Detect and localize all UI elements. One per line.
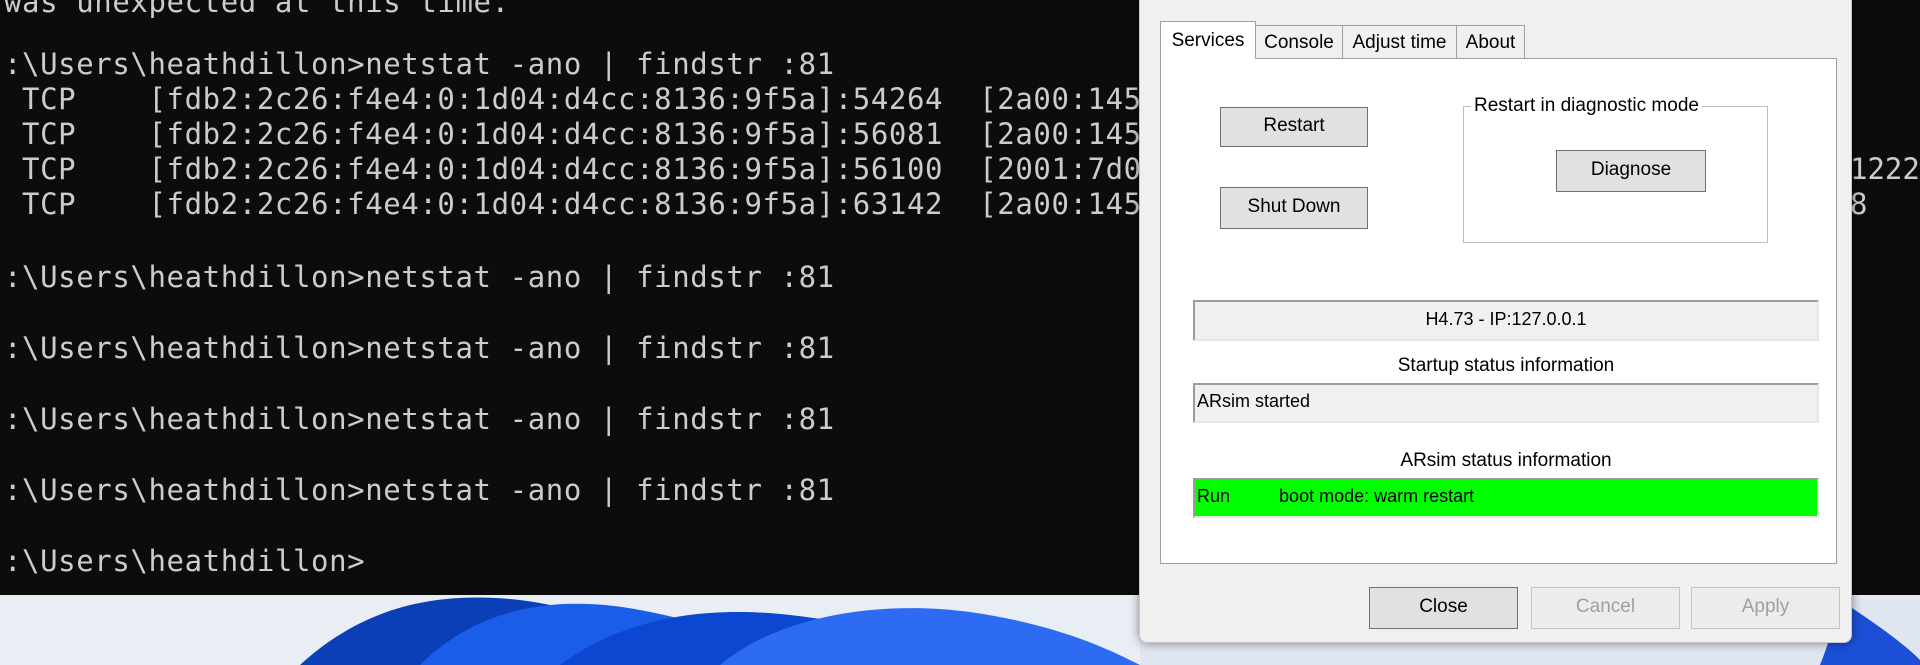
terminal-line: TCP [fdb2:2c26:f4e4:0:1d04:d4cc:8136:9f5… <box>4 82 1140 116</box>
diagnose-button[interactable]: Diagnose <box>1556 150 1706 192</box>
terminal-line: TCP [fdb2:2c26:f4e4:0:1d04:d4cc:8136:9f5… <box>4 152 1140 186</box>
startup-status-field: ARsim started <box>1193 383 1819 423</box>
cancel-button[interactable]: Cancel <box>1531 587 1680 629</box>
arsim-state-text: Run <box>1197 486 1231 506</box>
terminal-line: TCP [fdb2:2c26:f4e4:0:1d04:d4cc:8136:9f5… <box>4 187 1140 221</box>
terminal-line: :\Users\heathdillon>netstat -ano | finds… <box>4 260 835 294</box>
terminal-prompt: :\Users\heathdillon> <box>4 544 366 578</box>
tab-console[interactable]: Console <box>1255 25 1343 58</box>
services-tab-panel: Restart Shut Down Restart in diagnostic … <box>1160 58 1837 564</box>
close-button[interactable]: Close <box>1369 587 1518 629</box>
tab-adjust-time[interactable]: Adjust time <box>1342 25 1457 58</box>
diagnostic-group-label: Restart in diagnostic mode <box>1471 96 1702 116</box>
terminal-line: :\Users\heathdillon>netstat -ano | finds… <box>4 47 835 81</box>
terminal-overflow: 1222 8 <box>1850 0 1920 595</box>
startup-status-label: Startup status information <box>1397 355 1615 376</box>
arsim-status-field: Run boot mode: warm restart <box>1193 478 1819 518</box>
terminal-line: TCP [fdb2:2c26:f4e4:0:1d04:d4cc:8136:9f5… <box>4 117 1140 151</box>
apply-button[interactable]: Apply <box>1691 587 1840 629</box>
tab-services[interactable]: Services <box>1160 21 1256 59</box>
arsim-dialog: Services Console Adjust time About Resta… <box>1139 0 1852 643</box>
terminal-line: :\Users\heathdillon>netstat -ano | finds… <box>4 402 835 436</box>
restart-button[interactable]: Restart <box>1220 107 1368 147</box>
terminal-line: :\Users\heathdillon>netstat -ano | finds… <box>4 331 835 365</box>
tab-about[interactable]: About <box>1456 25 1525 58</box>
terminal-window[interactable]: was unexpected at this time. :\Users\hea… <box>0 0 1140 595</box>
arsim-status-label: ARsim status information <box>1400 450 1612 471</box>
terminal-line: was unexpected at this time. <box>4 0 510 19</box>
shutdown-button[interactable]: Shut Down <box>1220 187 1368 229</box>
terminal-line-fragment: 8 <box>1850 187 1868 221</box>
terminal-line-fragment: 1222 <box>1850 152 1920 186</box>
version-field: H4.73 - IP:127.0.0.1 <box>1193 300 1819 341</box>
terminal-line: :\Users\heathdillon>netstat -ano | finds… <box>4 473 835 507</box>
arsim-boot-mode-text: boot mode: warm restart <box>1279 486 1475 506</box>
